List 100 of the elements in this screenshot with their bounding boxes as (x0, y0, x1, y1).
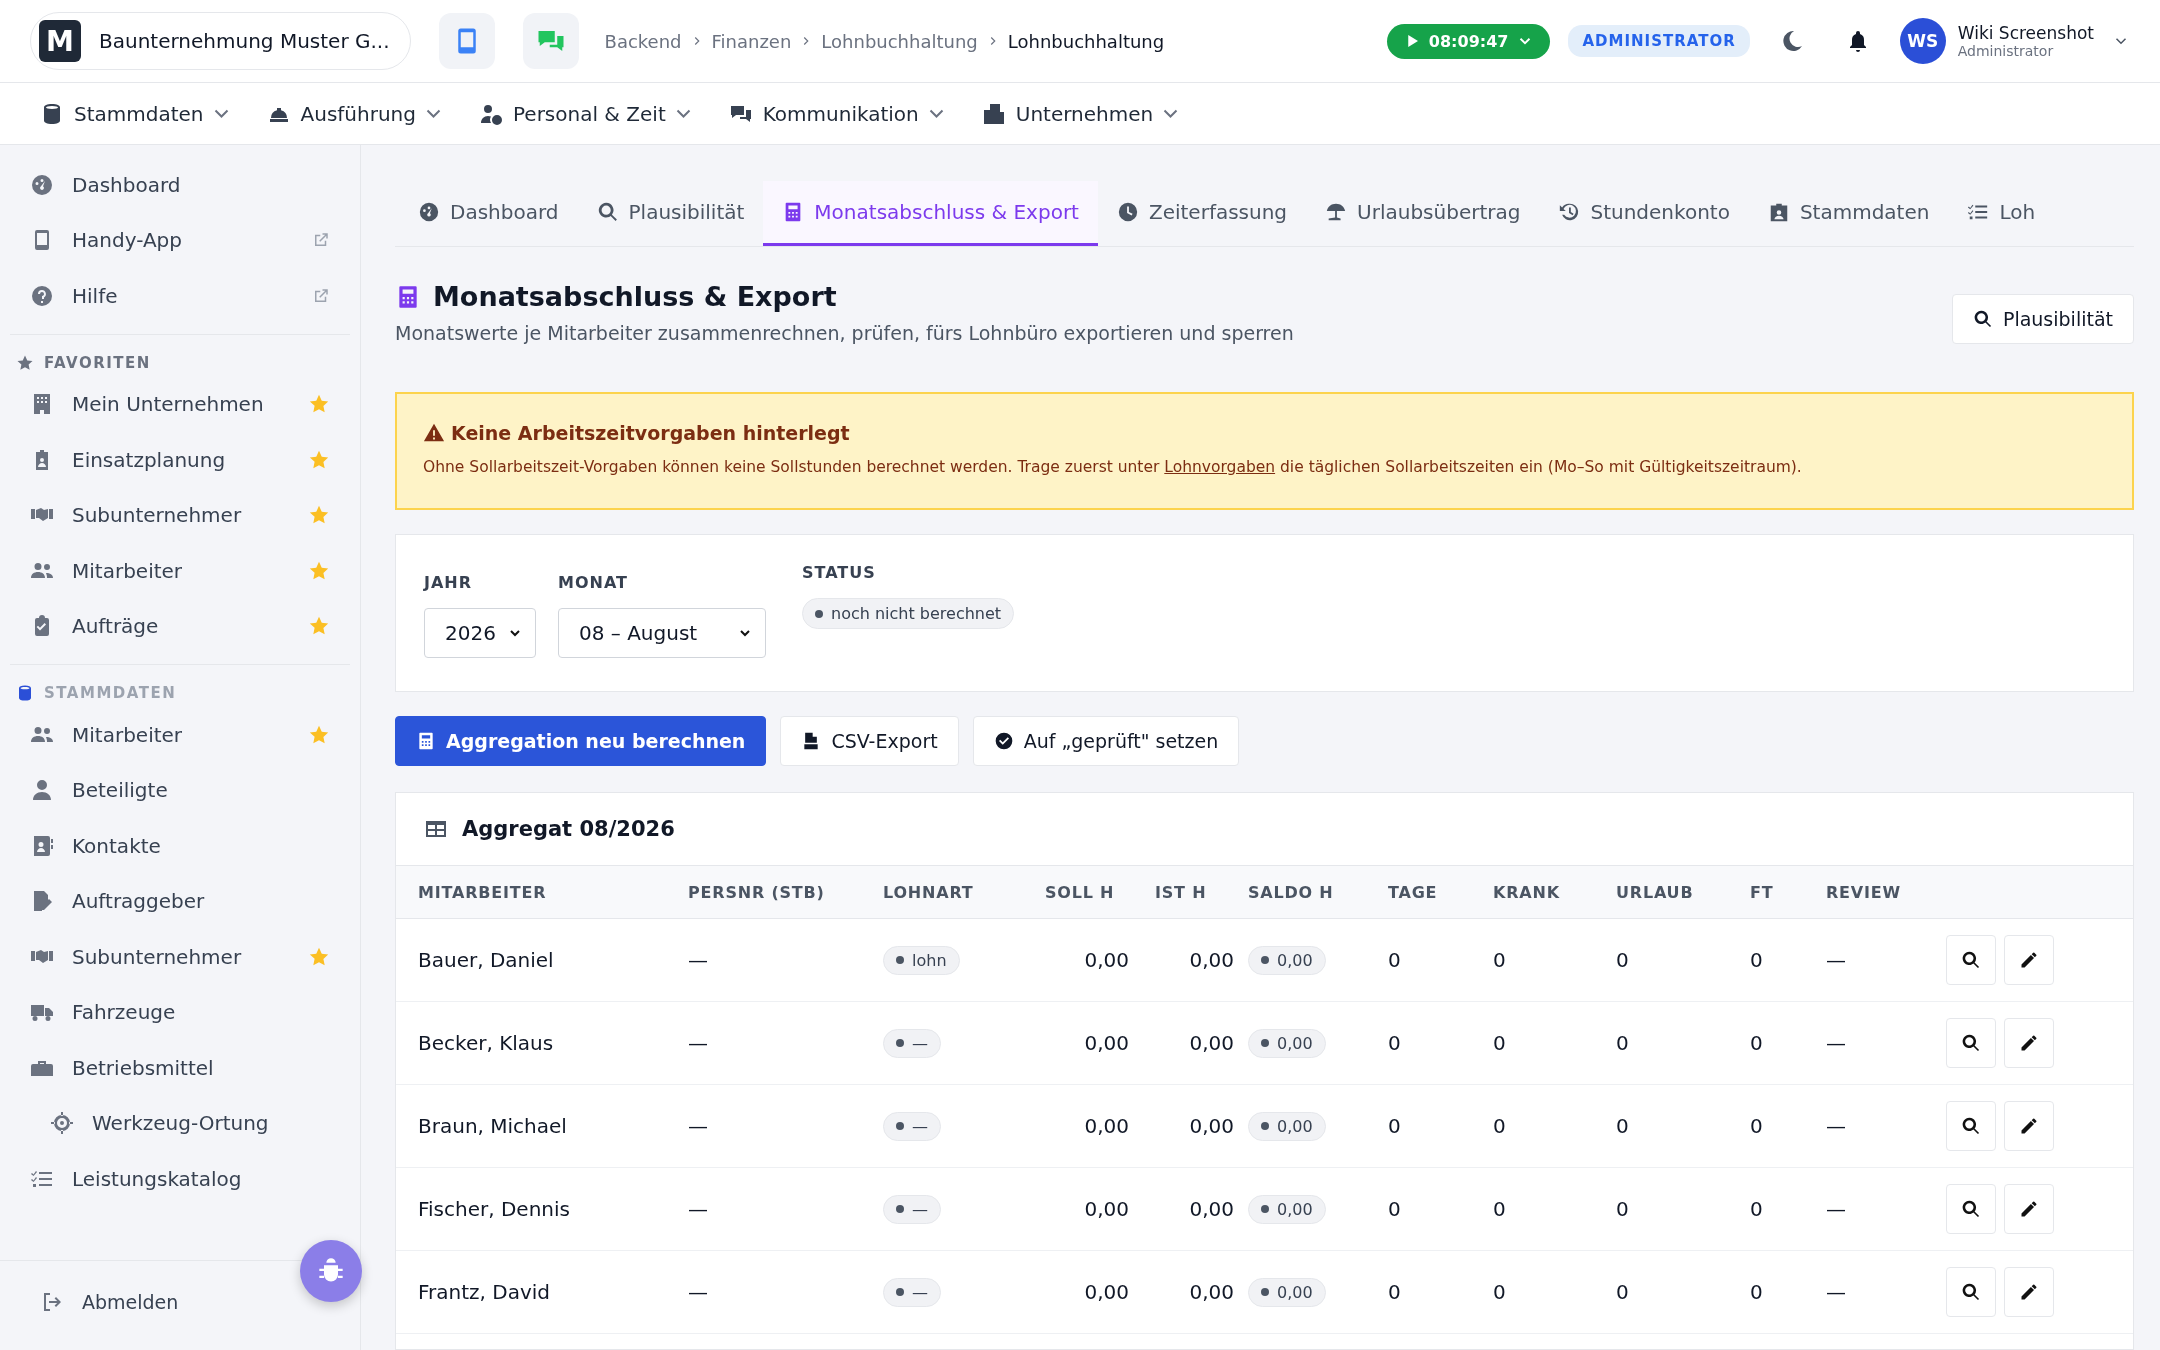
sidebar-item[interactable]: Hilfe (10, 268, 350, 324)
table-cell-text: — (688, 1114, 709, 1138)
table-cell-text: 0,00 (1188, 1114, 1235, 1138)
search-icon (1961, 1199, 1981, 1219)
tab[interactable]: Stammdaten (1748, 181, 1949, 246)
table-cell-text: 0 (1388, 948, 1402, 972)
table-cell-text: Fischer, Dennis (418, 1197, 571, 1221)
gauge-icon (30, 172, 54, 197)
section-heading: STAMMDATEN (44, 684, 177, 702)
table-cell-text: 0,00 (1188, 1280, 1235, 1304)
sidebar-item[interactable]: Dashboard (10, 157, 350, 213)
tab[interactable]: Urlaubsübertrag (1306, 181, 1540, 246)
table-cell-text: 0 (1493, 1280, 1507, 1304)
search-button[interactable] (1946, 1267, 1996, 1317)
sidebar-item[interactable]: Mitarbeiter (10, 707, 350, 763)
sidebar-item[interactable]: Subunternehmer (10, 929, 350, 985)
sidebar-item[interactable]: Werkzeug-Ortung (10, 1095, 350, 1151)
status-badge: noch nicht berechnet (802, 598, 1015, 629)
column-header: KRANK (1493, 882, 1561, 902)
tab[interactable]: Dashboard (399, 181, 578, 246)
help-icon (30, 283, 54, 308)
sidebar-item[interactable]: Leistungskatalog (10, 1151, 350, 1207)
table-cell-text: 0 (1493, 948, 1507, 972)
breadcrumb-link[interactable]: Lohnbuchhaltung (821, 30, 978, 52)
mobile-app-button[interactable] (438, 13, 495, 69)
logout-link[interactable]: Abmelden (10, 1274, 260, 1330)
table-cell-text: Bauer, Daniel (418, 948, 555, 972)
table-cell-text: — (1826, 1031, 1847, 1055)
sidebar-item[interactable]: Auftraggeber (10, 873, 350, 929)
month-select[interactable]: 08 – August (558, 608, 766, 658)
section-heading: FAVORITEN (44, 353, 151, 372)
table-cell-text: 0 (1388, 1031, 1402, 1055)
table-cell-text: 0 (1493, 1197, 1507, 1221)
search-button[interactable] (1946, 1018, 1996, 1068)
table-cell: — (883, 1277, 941, 1307)
menu-item[interactable]: Personal & Zeit (479, 101, 691, 126)
search-button[interactable] (1946, 935, 1996, 985)
caret-icon (426, 109, 441, 118)
sidebar-item[interactable]: Kontakte (10, 818, 350, 874)
tab[interactable]: Stundenkonto (1539, 181, 1749, 246)
table-cell-text: 0 (1616, 948, 1630, 972)
menu-item[interactable]: Unternehmen (981, 101, 1179, 126)
tab[interactable]: Monatsabschluss & Export (763, 181, 1098, 246)
edit-button[interactable] (2004, 1101, 2054, 1151)
search-button[interactable] (1946, 1101, 1996, 1151)
table-cell-text: — (1826, 1114, 1847, 1138)
action-button[interactable]: Auf „geprüft" setzen (972, 716, 1240, 766)
alert-title: Keine Arbeitszeitvorgaben hinterlegt (451, 422, 850, 444)
sidebar-item[interactable]: Einsatzplanung (10, 432, 350, 488)
sidebar-item[interactable]: Beteiligte (10, 762, 350, 818)
field-label: JAHR (424, 573, 474, 592)
table-cell-text: — (688, 1280, 709, 1304)
pencil-icon (2019, 1282, 2039, 1302)
edit-button[interactable] (2004, 1018, 2054, 1068)
sidebar-item[interactable]: Handy-App (10, 212, 350, 268)
table-cell-text: 0,00 (1083, 1114, 1130, 1138)
menu-item[interactable]: Kommunikation (728, 101, 944, 126)
table-cell-text: — (688, 1031, 709, 1055)
edit-button[interactable] (2004, 935, 2054, 985)
sidebar-item[interactable]: Subunternehmer (10, 487, 350, 543)
search-button[interactable] (1946, 1184, 1996, 1234)
pencil-icon (2019, 1033, 2039, 1053)
database-icon (16, 684, 34, 702)
sidebar-item[interactable]: Aufträge (10, 598, 350, 654)
table-cell-text: 0 (1388, 1114, 1402, 1138)
sidebar-item[interactable]: Fahrzeuge (10, 984, 350, 1040)
sidebar-item[interactable]: Mitarbeiter (10, 543, 350, 599)
year-select[interactable]: 2026 (424, 608, 536, 658)
search-icon (1961, 950, 1981, 970)
tab[interactable]: Plausibilität (577, 181, 764, 246)
pencil-icon (2019, 1116, 2039, 1136)
table-cell: 0,00 (1248, 1028, 1326, 1058)
tab[interactable]: Zeiterfassung (1097, 181, 1307, 246)
table-cell-text: Braun, Michael (418, 1114, 568, 1138)
column-header: TAGE (1388, 882, 1439, 902)
table-cell: 0,00 (1248, 1111, 1326, 1141)
plausibility-button[interactable]: Plausibilität (1951, 294, 2134, 344)
action-button[interactable]: Aggregation neu berechnen (395, 716, 767, 766)
menu-item[interactable]: Ausführung (266, 101, 441, 126)
edit-button[interactable] (2004, 1184, 2054, 1234)
table-cell-text: 0 (1493, 1114, 1507, 1138)
table-cell-text: 0,00 (1188, 1197, 1235, 1221)
umbrella-icon (1325, 201, 1348, 223)
table-cell-text: 0 (1616, 1197, 1630, 1221)
settings-link[interactable]: Lohnvorgaben (1164, 458, 1276, 476)
menu-item[interactable]: Stammdaten (40, 101, 229, 126)
table-cell-text: 0 (1388, 1280, 1402, 1304)
action-button[interactable]: CSV-Export (780, 716, 959, 766)
field-label: STATUS (802, 563, 877, 582)
tab[interactable]: Loh (1948, 181, 2055, 246)
table-cell-text: 0 (1750, 948, 1764, 972)
table-cell-text: 0,00 (1188, 948, 1235, 972)
sidebar-item[interactable]: Betriebsmittel (10, 1040, 350, 1096)
breadcrumb-link[interactable]: Backend (604, 30, 682, 52)
table-cell-text: 0 (1750, 1114, 1764, 1138)
edit-button[interactable] (2004, 1267, 2054, 1317)
user-avatar[interactable]: WS (1899, 18, 1946, 64)
sidebar-item[interactable]: Mein Unternehmen (10, 376, 350, 432)
breadcrumb-link[interactable]: Finanzen (711, 30, 792, 52)
table-cell: 0,00 (1248, 945, 1326, 975)
